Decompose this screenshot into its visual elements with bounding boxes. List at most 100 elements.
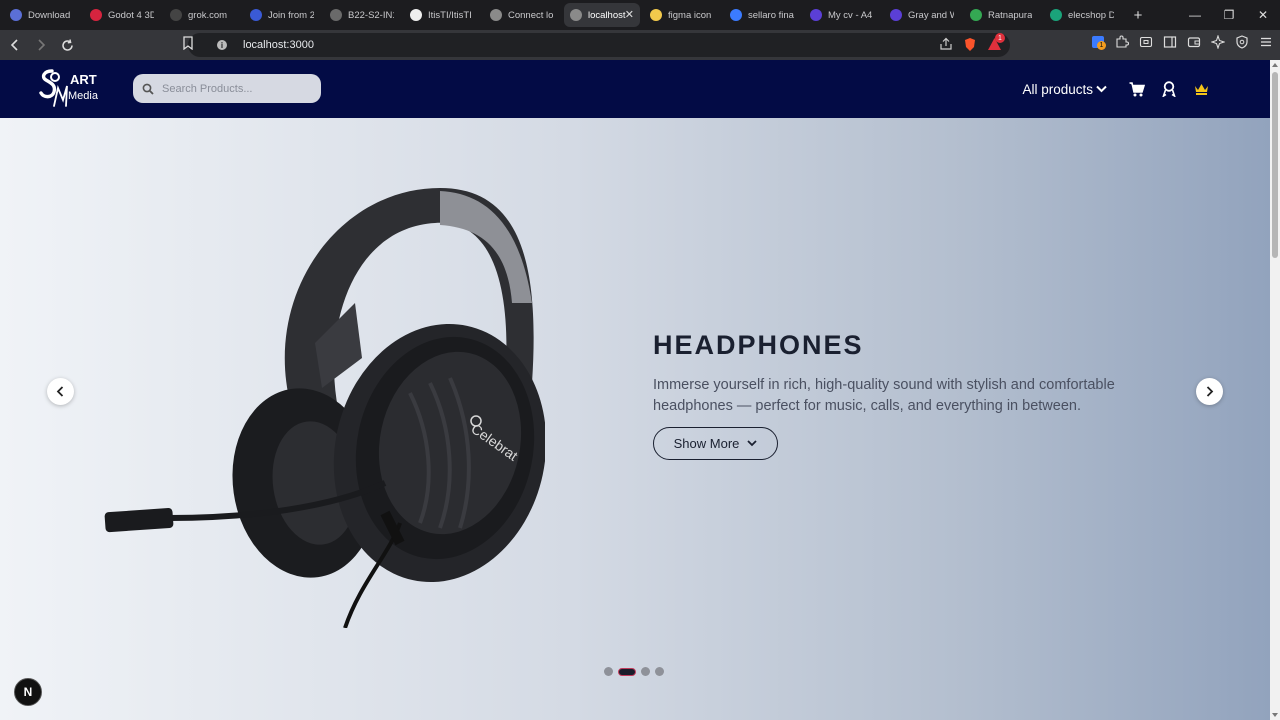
carousel-dot[interactable] <box>618 667 636 676</box>
forward-button[interactable] <box>30 34 52 56</box>
extensions-puzzle-icon[interactable] <box>1114 34 1130 50</box>
tab-favicon-icon <box>890 9 902 21</box>
carousel-dot[interactable] <box>641 667 650 676</box>
headphones-product-image: Celebrat <box>104 188 545 628</box>
search-icon <box>142 83 154 95</box>
browser-tab[interactable]: Gray and W <box>884 3 960 27</box>
tab-favicon-icon <box>490 9 502 21</box>
screenshot-icon[interactable] <box>1138 34 1154 50</box>
art-media-logo[interactable]: ART Media <box>38 68 104 108</box>
tab-label: elecshop D <box>1068 9 1114 21</box>
chevron-right-icon <box>1206 386 1214 397</box>
crown-icon[interactable] <box>1185 78 1217 100</box>
user-award-icon[interactable] <box>1153 78 1185 100</box>
chevron-left-icon <box>56 386 64 397</box>
carousel-dot[interactable] <box>604 667 613 676</box>
scroll-down-arrow[interactable] <box>1272 713 1278 717</box>
tab-label: grok.com <box>188 9 228 21</box>
cart-icon[interactable] <box>1121 78 1153 100</box>
reload-icon <box>61 38 73 51</box>
hero-title: HEADPHONES <box>653 330 864 360</box>
close-window-button[interactable]: ✕ <box>1246 8 1280 22</box>
svg-text:Media: Media <box>68 90 99 102</box>
site-header: ART Media All products <box>0 60 1270 118</box>
extension-count-badge: 1 <box>1097 41 1106 50</box>
share-icon[interactable] <box>939 37 953 57</box>
browser-tab[interactable]: Download <box>4 3 80 27</box>
tab-label: localhost <box>588 9 626 21</box>
all-products-dropdown[interactable]: All products <box>1022 82 1107 97</box>
browser-tab[interactable]: Join from 2 <box>244 3 320 27</box>
page-scrollbar[interactable] <box>1270 60 1280 720</box>
carousel-prev-button[interactable] <box>47 378 74 405</box>
tab-label: My cv - A4 <box>828 9 873 21</box>
browser-toolbar: i localhost:3000 1 1 <box>0 30 1280 60</box>
tab-label: sellaro fina <box>748 9 794 21</box>
tab-label: figma icon <box>668 9 712 21</box>
browser-tab[interactable]: elecshop D <box>1044 3 1120 27</box>
all-products-label: All products <box>1022 81 1093 97</box>
chevron-down-icon <box>747 440 758 447</box>
search-input[interactable] <box>162 82 312 95</box>
tab-label: Join from 2 <box>268 9 314 21</box>
menu-icon[interactable] <box>1258 34 1274 50</box>
tab-favicon-icon <box>90 9 102 21</box>
extension-badge-icon[interactable]: 1 <box>1090 34 1106 50</box>
vpn-shield-icon[interactable] <box>1234 34 1250 50</box>
tab-label: Godot 4 3D <box>108 9 154 21</box>
browser-tab[interactable]: ItisTI/ItisTI <box>404 3 480 27</box>
restore-button[interactable]: ❐ <box>1212 8 1246 22</box>
site-info-icon[interactable]: i <box>217 40 227 50</box>
tab-label: ItisTI/ItisTI <box>428 9 472 21</box>
tab-favicon-icon <box>10 9 22 21</box>
carousel-next-button[interactable] <box>1196 378 1223 405</box>
show-more-button[interactable]: Show More <box>653 427 778 460</box>
carousel-dot[interactable] <box>655 667 664 676</box>
tab-label: B22-S2-IN1 <box>348 9 394 21</box>
show-more-label: Show More <box>673 436 740 451</box>
tab-favicon-icon <box>410 9 422 21</box>
tab-favicon-icon <box>570 9 582 21</box>
leo-ai-icon[interactable] <box>1210 34 1226 50</box>
window-controls: — ❐ ✕ <box>1178 0 1280 30</box>
browser-tab[interactable]: Connect lo <box>484 3 560 27</box>
tab-favicon-icon <box>330 9 342 21</box>
brave-rewards-icon[interactable]: 1 <box>987 33 1005 57</box>
url-text[interactable]: localhost:3000 <box>243 39 314 51</box>
scroll-up-arrow[interactable] <box>1272 63 1278 67</box>
browser-tab[interactable]: Ratnapura <box>964 3 1040 27</box>
browser-tab[interactable]: grok.com <box>164 3 240 27</box>
hero-carousel: Celebrat HEADPHONES Immerse yourself in … <box>0 118 1270 720</box>
minimize-button[interactable]: — <box>1178 8 1212 22</box>
tab-label: Download <box>28 9 71 21</box>
browser-tab[interactable]: My cv - A4 <box>804 3 880 27</box>
browser-tab[interactable]: localhost ✕ <box>564 3 640 27</box>
tab-favicon-icon <box>170 9 182 21</box>
address-bar[interactable]: i localhost:3000 1 <box>183 33 1010 57</box>
browser-tab[interactable]: sellaro fina <box>724 3 800 27</box>
carousel-dots <box>604 667 664 676</box>
browser-tab[interactable]: figma icon <box>644 3 720 27</box>
scroll-thumb[interactable] <box>1272 72 1278 258</box>
header-nav: All products <box>1022 78 1217 100</box>
tab-strip: Download Godot 4 3D grok.com Join from 2 B22… <box>0 0 1280 30</box>
back-button[interactable] <box>4 34 26 56</box>
wallet-icon[interactable] <box>1186 34 1202 50</box>
nextjs-dev-badge[interactable]: N <box>14 678 42 706</box>
sidebar-toggle-icon[interactable] <box>1162 34 1178 50</box>
search-bar <box>133 74 321 103</box>
tab-close-icon[interactable]: ✕ <box>625 8 634 21</box>
tab-favicon-icon <box>250 9 262 21</box>
browser-tab[interactable]: B22-S2-IN1 <box>324 3 400 27</box>
brave-shield-icon[interactable] <box>963 37 977 57</box>
new-tab-button[interactable]: + <box>1128 7 1148 24</box>
svg-text:ART: ART <box>70 72 97 87</box>
tab-favicon-icon <box>810 9 822 21</box>
browser-tab[interactable]: Godot 4 3D <box>84 3 160 27</box>
tab-label: Ratnapura <box>988 9 1033 21</box>
bookmark-icon[interactable] <box>182 35 194 55</box>
reload-button[interactable] <box>56 34 78 56</box>
tab-favicon-icon <box>650 9 662 21</box>
rewards-badge: 1 <box>995 33 1005 43</box>
hero-description: Immerse yourself in rich, high-quality s… <box>653 377 1115 414</box>
